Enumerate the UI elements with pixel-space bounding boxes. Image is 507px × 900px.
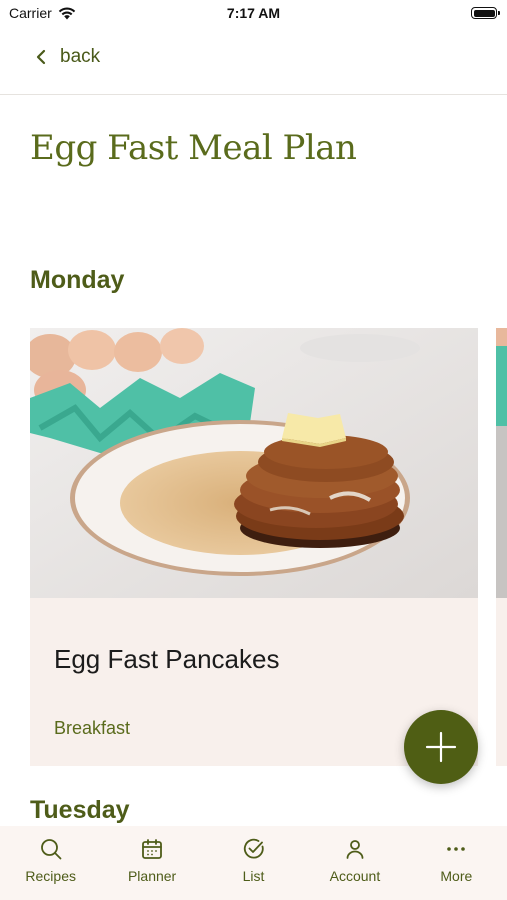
checkmark-circle-icon <box>243 838 264 859</box>
status-time: 7:17 AM <box>226 5 281 21</box>
tab-label-more: More <box>440 868 473 884</box>
ellipsis-icon <box>447 847 466 851</box>
navigation-bar: back <box>0 28 507 95</box>
tab-more[interactable]: More <box>406 826 507 900</box>
day-heading-tuesday: Tuesday <box>30 796 130 824</box>
search-icon <box>40 839 62 860</box>
battery-icon <box>471 7 500 19</box>
next-recipe-photo <box>496 328 507 598</box>
page-title: Egg Fast Meal Plan <box>30 128 357 168</box>
tab-bar: Recipes Planner List Account More <box>0 826 507 900</box>
back-button[interactable]: back <box>36 46 100 68</box>
tab-list[interactable]: List <box>203 826 304 900</box>
add-to-plan-button[interactable] <box>404 710 478 784</box>
plus-icon <box>425 731 457 763</box>
recipe-photo <box>30 328 478 598</box>
tab-label-recipes: Recipes <box>25 868 76 884</box>
person-icon <box>346 840 364 859</box>
tab-account[interactable]: Account <box>304 826 405 900</box>
calendar-icon <box>142 839 163 859</box>
recipe-category: Breakfast <box>54 718 131 738</box>
day-heading-monday: Monday <box>30 266 125 294</box>
tab-label-planner: Planner <box>127 868 177 884</box>
chevron-left-icon <box>36 49 46 65</box>
tab-recipes[interactable]: Recipes <box>0 826 101 900</box>
tab-planner[interactable]: Planner <box>101 826 202 900</box>
recipe-title: Egg Fast Pancakes <box>54 644 280 674</box>
recipe-card[interactable]: Egg Fast Pancakes Breakfast <box>30 328 478 766</box>
back-label: back <box>60 46 101 67</box>
status-bar: Carrier 7:17 AM <box>0 0 507 28</box>
next-recipe-card[interactable] <box>496 328 507 766</box>
tab-label-list: List <box>242 868 265 884</box>
tab-label-account: Account <box>329 868 381 884</box>
